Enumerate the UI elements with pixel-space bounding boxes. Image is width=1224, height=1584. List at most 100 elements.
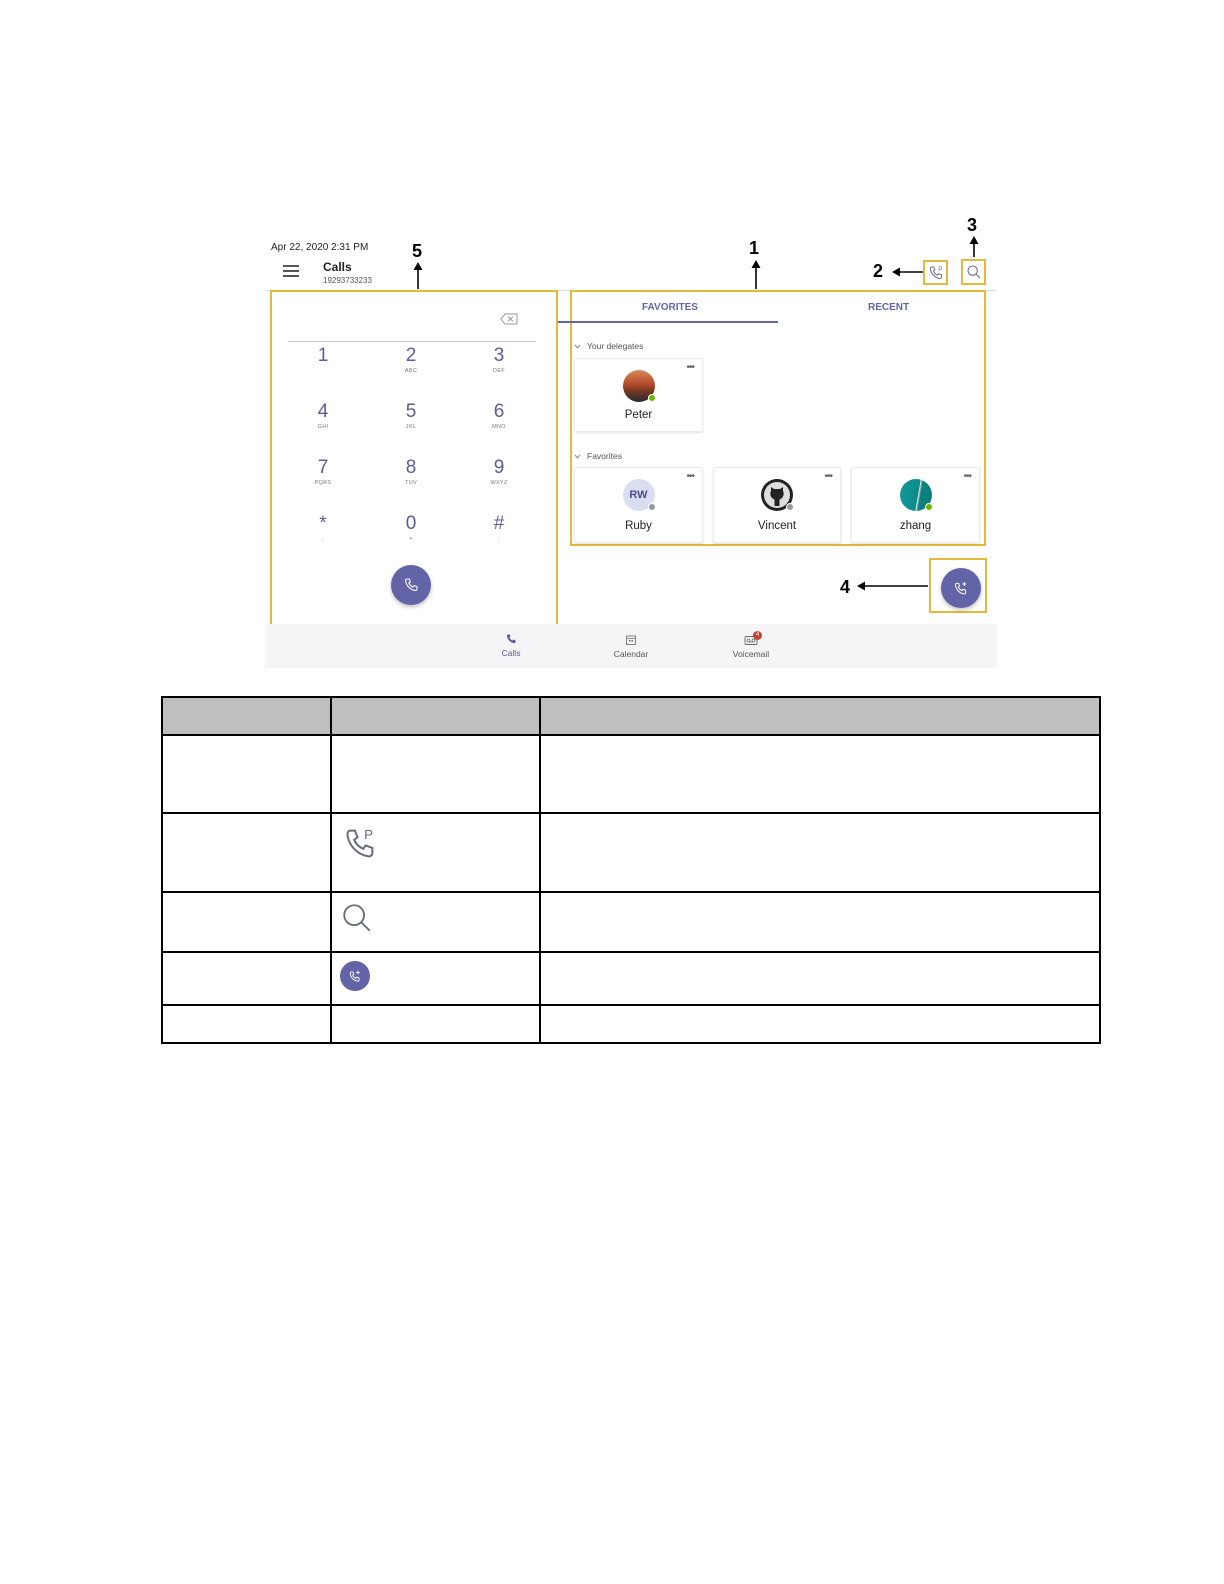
menu-icon[interactable] [283,265,299,277]
dialpad-key[interactable]: 5 JKL [381,402,441,452]
dialpad-key-digit: 4 [317,401,329,422]
dialpad-key[interactable]: *, [293,514,353,564]
dial-input-line[interactable] [288,341,536,342]
dialpad-key[interactable]: 2 ABC [381,346,441,396]
dialpad-key-digit: 5 [405,401,417,422]
dialpad-key-letters: TUV [405,480,417,486]
callout-4: 4 [840,577,851,597]
table-cell [539,812,1101,893]
dialpad-key-digit: 2 [405,345,417,366]
more-options-icon[interactable]: ••• [963,471,971,482]
contact-card-ruby[interactable]: ••• RW Ruby [574,467,703,543]
arrow-left-icon [857,581,928,591]
legend-table: P [161,696,1101,1044]
dialpad-key-digit: 3 [493,345,505,366]
add-call-icon [955,582,967,595]
contact-card-zhang[interactable]: ••• zhang [851,467,980,543]
dialpad-key-letters: , [322,536,324,542]
table-cell [539,734,1101,814]
search-button[interactable] [961,259,986,285]
dialpad-key-letters: + [409,536,413,542]
dialpad-key[interactable]: 9 WXYZ [469,458,529,508]
dialpad-key[interactable]: 1 [293,346,353,396]
section-your-delegates: Your delegates [587,341,644,351]
callout-2: 2 [873,261,884,281]
table-row [161,734,1101,814]
dialpad-key-letters: DEF [493,368,505,374]
dialpad-key-letters: WXYZ [490,480,508,486]
table-header-cell [161,696,332,736]
nav-calendar[interactable]: Calendar [596,634,666,659]
dialpad-key-digit: 6 [493,401,505,422]
more-options-icon[interactable]: ••• [686,362,694,373]
table-header-row [161,696,1101,736]
nav-voicemail[interactable]: Voicemail [716,634,786,659]
table-row: P [161,812,1101,893]
add-call-button[interactable] [941,568,981,608]
arrow-up-icon [969,236,979,257]
chevron-down-icon[interactable] [574,344,581,349]
dialpad-key-digit: 1 [317,345,329,366]
arrow-left-icon [892,267,923,277]
table-cell [539,951,1101,1006]
dialpad-key[interactable]: #; [469,514,529,564]
dialpad-key-digit: * [319,513,327,534]
backspace-icon[interactable] [500,313,518,325]
dialpad-key[interactable]: 4 GHI [293,402,353,452]
contact-card-peter[interactable]: ••• Peter [574,358,703,432]
dialpad-key[interactable]: 6 MNO [469,402,529,452]
presence-offline-icon [786,503,794,511]
dialpad-key[interactable]: 3 DEF [469,346,529,396]
svg-text:P: P [938,266,942,272]
table-cell [330,734,541,814]
more-options-icon[interactable]: ••• [824,471,832,482]
contact-name: Peter [624,409,653,421]
section-favorites: Favorites [587,451,622,461]
more-options-icon[interactable]: ••• [686,471,694,482]
search-icon [966,265,980,279]
table-cell [330,951,541,1006]
voicemail-count-badge: 4 [753,631,762,640]
park-call-button[interactable]: P [923,260,948,285]
park-call-icon: P [340,824,380,867]
table-row [161,1004,1101,1044]
table-row [161,951,1101,1006]
status-datetime: Apr 22, 2020 2:31 PM [271,242,369,253]
svg-text:P: P [364,827,373,842]
arrow-up-icon [413,262,423,289]
own-phone-number: 19293733233 [323,276,372,285]
nav-voicemail-label: Voicemail [732,649,770,659]
dialpad-key-digit: 0 [405,513,417,534]
dialpad-key-letters: GHI [317,424,329,430]
tab-recent[interactable]: RECENT [868,302,909,313]
dialpad-key-digit: 9 [493,457,505,478]
table-cell [161,951,332,1006]
table-row [161,891,1101,953]
nav-calls-label: Calls [501,648,521,658]
chevron-down-icon[interactable] [574,454,581,459]
table-header-cell [330,696,541,736]
callout-1: 1 [749,238,760,258]
contact-card-vincent[interactable]: ••• Vincent [713,467,841,543]
table-cell [161,734,332,814]
presence-available-icon [647,394,656,402]
table-cell [539,891,1101,953]
contact-name: Ruby [625,520,652,532]
dialpad-key-letters: PQRS [314,480,332,486]
nav-calls[interactable]: Calls [476,633,546,658]
calls-screen-figure: Apr 22, 2020 2:31 PM Calls 19293733233 5… [265,210,997,670]
phone-icon [506,634,516,644]
dialpad-key-digit: # [493,513,505,534]
presence-offline-icon [647,503,656,511]
avatar: RW [622,479,656,511]
dialpad-key[interactable]: 0 + [381,514,441,564]
tab-favorites[interactable]: FAVORITES [642,302,698,313]
dialpad-key[interactable]: 7 PQRS [293,458,353,508]
dialpad-key-letters: ; [498,536,500,542]
dialpad-key[interactable]: 8 TUV [381,458,441,508]
table-cell [161,891,332,953]
dial-call-button[interactable] [391,565,431,605]
table-cell [330,1004,541,1044]
presence-available-icon [924,503,933,511]
park-call-icon: P [929,266,942,279]
